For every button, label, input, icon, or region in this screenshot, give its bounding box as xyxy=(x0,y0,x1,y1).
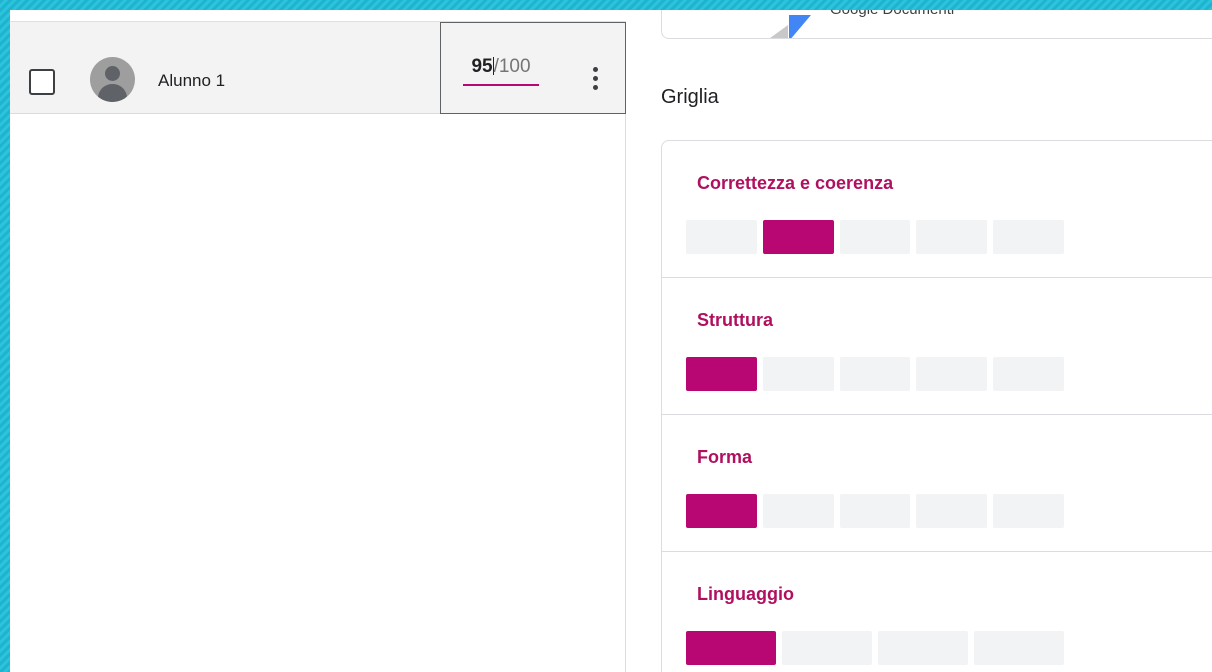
rubric-level-button[interactable] xyxy=(839,494,911,528)
list-header-strip xyxy=(10,10,626,22)
attachment-card[interactable]: Google Documenti xyxy=(661,10,1212,39)
avatar-head xyxy=(105,66,120,81)
criterion-title: Forma xyxy=(697,447,753,467)
rubric-level-button[interactable] xyxy=(686,357,757,391)
rubric-level-button[interactable] xyxy=(782,631,872,665)
rubric-level-button[interactable] xyxy=(686,494,757,528)
rubric-heading: Griglia xyxy=(661,86,719,108)
criterion-title: Correttezza e coerenza xyxy=(697,173,894,193)
rubric-level-button[interactable] xyxy=(762,494,834,528)
grade-input[interactable]: 95/100 xyxy=(463,56,539,86)
rubric-level-button[interactable] xyxy=(839,357,911,391)
rubric-level-button[interactable] xyxy=(916,220,988,254)
criterion: Correttezza e coerenza xyxy=(662,141,1212,278)
student-name: Alunno 1 xyxy=(158,71,226,90)
google-docs-icon xyxy=(766,25,788,38)
more-vert-icon[interactable] xyxy=(589,67,601,95)
avatar-body xyxy=(98,84,127,102)
rubric-level-button[interactable] xyxy=(839,220,911,254)
rubric-level-button[interactable] xyxy=(993,357,1064,391)
rubric-level-button[interactable] xyxy=(993,494,1064,528)
grading-panel: Google Documenti Griglia Correttezza e c… xyxy=(627,10,1212,672)
rubric-level-button[interactable] xyxy=(762,357,834,391)
rubric-level-button[interactable] xyxy=(878,631,968,665)
rubric-level-button[interactable] xyxy=(686,220,757,254)
rubric-card: Correttezza e coerenza Struttura Forma L… xyxy=(661,140,1212,672)
grade-cell[interactable]: 95/100 xyxy=(440,22,626,114)
avatar-icon xyxy=(90,57,135,102)
criterion: Forma xyxy=(662,415,1212,552)
student-list-panel: Alunno 1 95/100 xyxy=(10,10,626,672)
rubric-level-button[interactable] xyxy=(916,494,988,528)
grade-value: 95 xyxy=(471,56,493,77)
criterion: Linguaggio xyxy=(662,552,1212,672)
criterion-title: Struttura xyxy=(697,310,773,330)
attachment-title: Google Documenti xyxy=(830,10,954,18)
grade-total: /100 xyxy=(493,56,531,77)
docs-corner-fold xyxy=(789,15,811,38)
rubric-level-button[interactable] xyxy=(686,631,776,665)
checkbox-icon[interactable] xyxy=(29,69,55,95)
rubric-level-button[interactable] xyxy=(762,220,834,254)
criterion: Struttura xyxy=(662,278,1212,415)
rubric-level-button[interactable] xyxy=(916,357,988,391)
rubric-level-button[interactable] xyxy=(993,220,1064,254)
rubric-level-button[interactable] xyxy=(974,631,1064,665)
classroom-frame: Alunno 1 95/100 Google Documenti Griglia… xyxy=(10,10,1212,672)
criterion-title: Linguaggio xyxy=(697,584,794,604)
